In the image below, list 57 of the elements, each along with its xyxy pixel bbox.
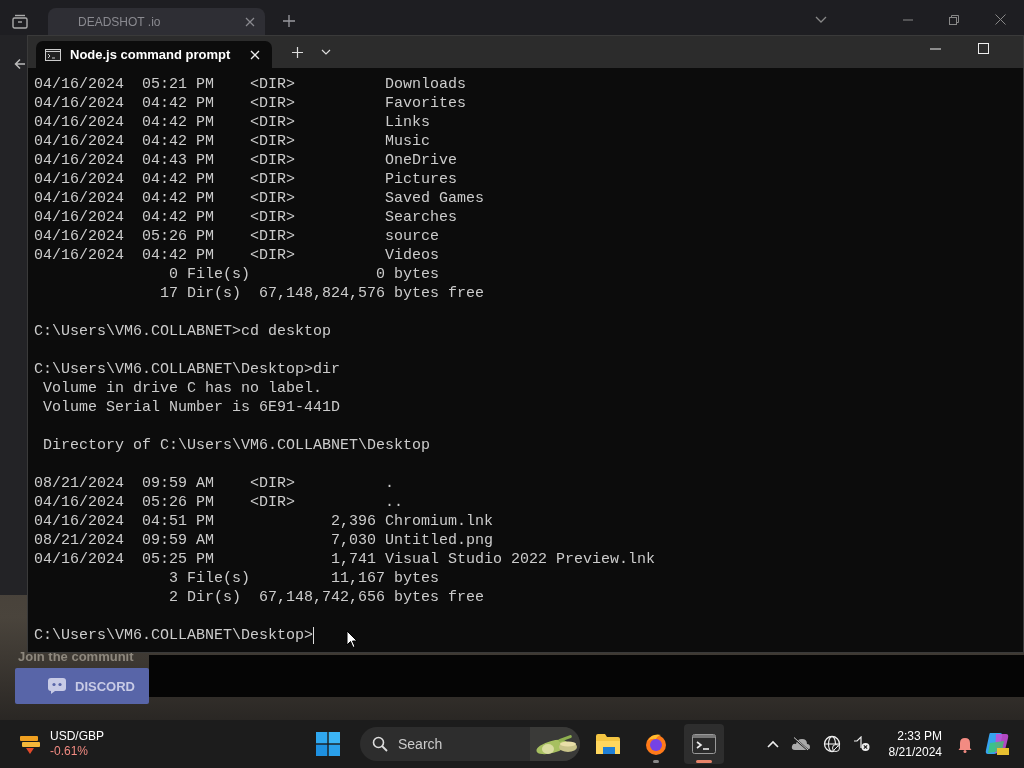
command-prompt-icon bbox=[45, 48, 61, 61]
windows-logo-icon bbox=[316, 732, 340, 756]
restore-icon[interactable] bbox=[949, 14, 959, 25]
globe-icon[interactable] bbox=[822, 735, 841, 753]
browser-icon bbox=[644, 732, 668, 756]
search-field[interactable]: Search bbox=[360, 727, 580, 761]
chevron-up-icon[interactable] bbox=[766, 740, 779, 748]
command-prompt[interactable]: C:\Users\VM6.COLLABNET\Desktop> bbox=[34, 626, 314, 645]
terminal-line: C:\Users\VM6.COLLABNET\Desktop>dir bbox=[34, 360, 341, 379]
dropdown-icon[interactable] bbox=[321, 49, 331, 55]
maximize-icon[interactable] bbox=[978, 43, 989, 54]
terminal-line: 04/16/2024 04:42 PM <DIR> Music bbox=[34, 132, 431, 151]
terminal-icon bbox=[692, 734, 716, 754]
chat-icon bbox=[47, 677, 67, 695]
terminal-line: 04/16/2024 04:51 PM 2,396 Chromium.lnk bbox=[34, 512, 494, 531]
browser-tab[interactable]: DEADSHOT .io bbox=[48, 8, 265, 35]
terminal-line: 04/16/2024 04:42 PM <DIR> Searches bbox=[34, 208, 458, 227]
terminal-line: 04/16/2024 05:26 PM <DIR> source bbox=[34, 227, 440, 246]
community-heading: Join the communit bbox=[18, 649, 134, 664]
search-icon bbox=[372, 736, 388, 752]
mouse-pointer-icon bbox=[346, 630, 358, 649]
terminal-line: 0 File(s) 0 bytes bbox=[168, 265, 440, 284]
terminal-line: 04/16/2024 04:42 PM <DIR> Pictures bbox=[34, 170, 458, 189]
rate-change: -0.61% bbox=[50, 744, 90, 759]
terminal-line: Volume in drive C has no label. bbox=[42, 379, 323, 398]
terminal-tab[interactable]: Node.js command prompt bbox=[36, 41, 272, 68]
terminal-line: 17 Dir(s) 67,148,824,576 bytes free bbox=[159, 284, 485, 303]
terminal-line: 04/16/2024 04:42 PM <DIR> Favorites bbox=[34, 94, 467, 113]
terminal-line: 04/16/2024 04:43 PM <DIR> OneDrive bbox=[34, 151, 458, 170]
tab-title: Node.js command prompt bbox=[70, 47, 232, 62]
terminal-line: 08/21/2024 09:59 AM 7,030 Untitled.png bbox=[34, 531, 494, 550]
tab-title: DEADSHOT .io bbox=[78, 14, 161, 29]
terminal-line: 04/16/2024 04:42 PM <DIR> Videos bbox=[34, 246, 440, 265]
terminal-line: 2 Dir(s) 67,148,742,656 bytes free bbox=[168, 588, 485, 607]
terminal-line: C:\Users\VM6.COLLABNET>cd desktop bbox=[34, 322, 332, 341]
clock-time: 2:33 PM bbox=[897, 728, 942, 744]
cloud-off-icon[interactable] bbox=[790, 737, 811, 751]
terminal-line: 04/16/2024 04:42 PM <DIR> Links bbox=[34, 113, 431, 132]
copilot-icon[interactable] bbox=[984, 731, 1010, 757]
back-arrow-icon[interactable] bbox=[14, 58, 26, 70]
terminal-line: 04/16/2024 05:26 PM <DIR> .. bbox=[34, 493, 404, 512]
stock-widget-icon[interactable] bbox=[18, 733, 42, 755]
currency-pair: USD/GBP bbox=[50, 729, 104, 744]
terminal-line: Directory of C:\Users\VM6.COLLABNET\Desktop bbox=[42, 436, 431, 455]
clock-date: 8/21/2024 bbox=[888, 744, 942, 760]
terminal-line: 08/21/2024 09:59 AM <DIR> . bbox=[34, 474, 395, 493]
tab-list-icon[interactable] bbox=[12, 14, 28, 29]
taskbar-app-button[interactable] bbox=[684, 724, 724, 764]
terminal-line: 04/16/2024 05:25 PM 1,741 Visual Studio 2022 Preview.lnk bbox=[34, 550, 656, 569]
terminal-line: Volume Serial Number is 6E91-441D bbox=[42, 398, 341, 417]
terminal-line: 3 File(s) 11,167 bytes bbox=[168, 569, 440, 588]
folder-icon bbox=[595, 733, 621, 755]
terminal-line: 04/16/2024 05:21 PM <DIR> Downloads bbox=[34, 75, 467, 94]
chevron-down-icon[interactable] bbox=[815, 15, 827, 24]
new-tab-icon[interactable] bbox=[283, 15, 295, 27]
terminal-line: 04/16/2024 04:42 PM <DIR> Saved Games bbox=[34, 189, 485, 208]
bell-icon[interactable] bbox=[958, 735, 972, 753]
